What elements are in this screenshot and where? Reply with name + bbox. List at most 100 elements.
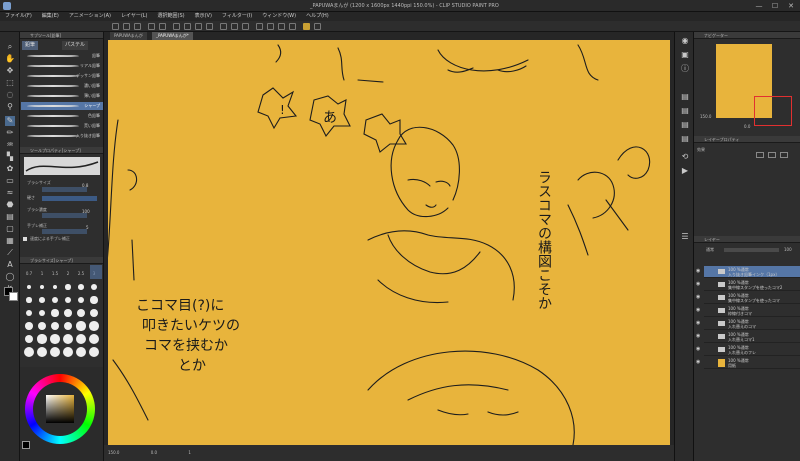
decoration-icon[interactable]: ✿ [5,164,15,174]
brush-size-dot[interactable] [89,334,99,344]
brush-size-dot[interactable] [89,347,99,357]
navigator-icon[interactable]: ◉ [680,36,690,46]
brush-item[interactable]: 荒い鉛筆 [21,122,103,130]
eye-icon[interactable]: ◉ [696,308,700,313]
brush-item[interactable]: デッサン鉛筆 [21,72,103,80]
tab-pastel[interactable]: パステル [62,41,89,50]
material-icon-4[interactable]: ▤ [680,134,690,144]
sub-view-icon[interactable]: ▣ [680,50,690,60]
history-icon[interactable]: ⟲ [680,152,690,162]
brush-size-dot[interactable] [26,297,32,303]
color-wheel[interactable] [25,374,95,444]
blend-icon[interactable]: ≈ [5,188,15,198]
density-slider[interactable] [42,213,87,218]
menu-select[interactable]: 選択範囲(S) [153,12,190,21]
deselect-icon[interactable] [195,23,202,30]
effect-border-icon[interactable] [756,152,764,158]
brush-icon[interactable]: ♒ [5,140,15,150]
clear-icon[interactable] [173,23,180,30]
move-icon[interactable]: ✥ [5,66,15,76]
maximize-button[interactable]: ☐ [768,1,782,11]
menu-filter[interactable]: フィルター(I) [217,12,257,21]
mesh-icon[interactable] [267,23,274,30]
canvas[interactable]: ! あ こコマ目(?)に 叩きたいケツの コマを挟むか とか ラスコマの構図こそ… [108,40,670,445]
eyedropper-icon[interactable]: ⚲ [5,102,15,112]
color-icon[interactable] [256,23,263,30]
size-label[interactable]: 2.5 [75,271,87,276]
brush-size-dot[interactable] [77,309,85,317]
stabilization-slider[interactable] [42,229,87,234]
size-label[interactable]: 0.7 [23,271,35,276]
eye-icon[interactable]: ◉ [696,282,700,287]
opacity-value[interactable]: 100 [784,247,792,252]
layer-row[interactable]: ◉ 100 %通常 入れ替えコマ1 [696,331,800,343]
angle-value[interactable]: 0.0 [151,450,157,455]
minimize-button[interactable]: — [752,1,766,11]
menu-view[interactable]: 表示(V) [190,12,217,21]
navigator-angle[interactable]: 0.0 [744,124,750,129]
status-value[interactable]: 1 [188,450,191,455]
saturation-value-square[interactable] [46,395,74,423]
layer-row[interactable]: ◉ 100 %通常 集中線スタンプを使ったコマ [696,292,800,304]
material-icon-3[interactable]: ▤ [680,120,690,130]
brush-size-dot[interactable] [27,285,31,289]
brush-size-dot[interactable] [50,321,60,331]
brush-size-dot[interactable] [65,284,71,290]
menu-window[interactable]: ウィンドウ(W) [257,12,301,21]
hand-icon[interactable]: ✋ [5,54,15,64]
navigator-thumbnail[interactable] [716,44,792,126]
layer-row[interactable]: ◉ 100 %通常 用紙 [696,357,800,369]
effect-color-icon[interactable] [780,152,788,158]
brush-item[interactable]: 色鉛筆 [21,112,103,120]
size-label[interactable]: 2 [62,271,74,276]
brush-size-dot[interactable] [63,347,73,357]
brush-size-dot[interactable] [38,322,46,330]
eye-icon[interactable]: ◉ [696,360,700,365]
brush-item[interactable]: 濃い鉛筆 [21,82,103,90]
material-icon-2[interactable]: ▤ [680,106,690,116]
zoom-icon[interactable]: ⌕ [5,42,15,52]
brush-item[interactable]: 薄い鉛筆 [21,92,103,100]
eye-icon[interactable]: ◉ [696,269,700,274]
close-button[interactable]: ✕ [784,1,798,11]
brush-size-dot[interactable] [25,309,33,317]
tab-document-1[interactable]: PAPUWAまんが [110,32,147,40]
tab-pencil[interactable]: 鉛筆 [22,41,39,50]
menu-help[interactable]: ヘルプ(H) [301,12,334,21]
save-icon[interactable] [134,23,141,30]
brush-size-slider[interactable] [42,187,87,192]
brush-size-dot[interactable] [63,321,73,331]
brush-size-dot[interactable] [24,347,34,357]
pencil-icon[interactable]: ✏ [5,128,15,138]
brush-size-dot[interactable] [24,334,34,344]
eye-icon[interactable]: ◉ [696,334,700,339]
new-icon[interactable] [112,23,119,30]
balloon-icon[interactable]: ◯ [5,272,15,282]
menu-file[interactable]: ファイル(F) [0,12,37,21]
airbrush-icon[interactable]: ▚ [5,152,15,162]
brush-item[interactable]: リアル鉛筆 [21,62,103,70]
stabilization-value[interactable]: 5 [86,225,89,230]
eye-icon[interactable]: ◉ [696,347,700,352]
layer-icon[interactable]: ☰ [680,232,690,242]
lasso-icon[interactable]: ◌ [5,90,15,100]
brush-item[interactable]: 入り抜き鉛筆 [21,132,103,140]
current-color-swatch[interactable] [22,441,30,449]
brush-item[interactable]: シャープ [21,102,103,110]
fill-icon[interactable]: ⬣ [5,200,15,210]
brush-size-dot[interactable] [37,334,47,344]
menu-layer[interactable]: レイヤー(L) [116,12,153,21]
brush-size-value[interactable]: 0.8 [82,183,88,188]
ruler-snap-icon[interactable] [231,23,238,30]
brush-size-dot[interactable] [89,321,99,331]
brush-size-dot[interactable] [38,309,46,317]
size-label[interactable]: 1 [36,271,48,276]
effect-tone-icon[interactable] [768,152,776,158]
brush-size-dot[interactable] [50,347,60,357]
density-value[interactable]: 100 [82,209,90,214]
brush-size-dot[interactable] [77,296,85,304]
size-label[interactable]: 1.5 [49,271,61,276]
layer-row[interactable]: ◉ 100 %通常 入り抜き鉛筆インク（1px） [696,266,800,278]
info-icon[interactable]: ⓘ [680,64,690,74]
zoom-value[interactable]: 150.0 [108,450,119,455]
